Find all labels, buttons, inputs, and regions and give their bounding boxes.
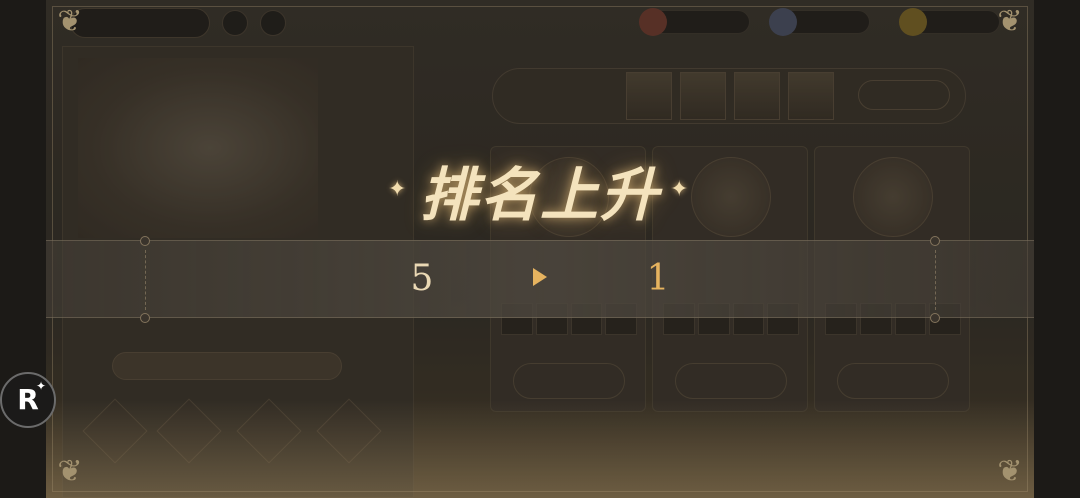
recorder-floating-button[interactable]: R ✦ bbox=[0, 372, 56, 428]
band-dashed-line bbox=[935, 250, 936, 310]
play-arrow-icon bbox=[533, 268, 547, 286]
previous-rank: 5 bbox=[410, 258, 434, 299]
band-ornament-dot bbox=[930, 236, 940, 246]
new-rank: 1 bbox=[646, 258, 670, 299]
corner-ornament-icon: ❦ bbox=[57, 454, 83, 489]
sparkle-icon: ✦ bbox=[670, 176, 689, 201]
corner-ornament-icon: ❦ bbox=[997, 454, 1023, 489]
band-ornament-dot bbox=[140, 236, 150, 246]
corner-ornament-icon: ❦ bbox=[57, 4, 83, 39]
band-ornament-dot bbox=[930, 313, 940, 323]
game-screen: ❦ ❦ ❦ ❦ ✦ 排名上升 ✦ 5 1 R ✦ bbox=[0, 0, 1080, 498]
corner-ornament-icon: ❦ bbox=[997, 4, 1023, 39]
band-ornament-dot bbox=[140, 313, 150, 323]
rank-up-title: 排名上升 bbox=[419, 161, 660, 229]
sparkle-icon: ✦ bbox=[35, 379, 46, 393]
band-dashed-line bbox=[145, 250, 146, 310]
